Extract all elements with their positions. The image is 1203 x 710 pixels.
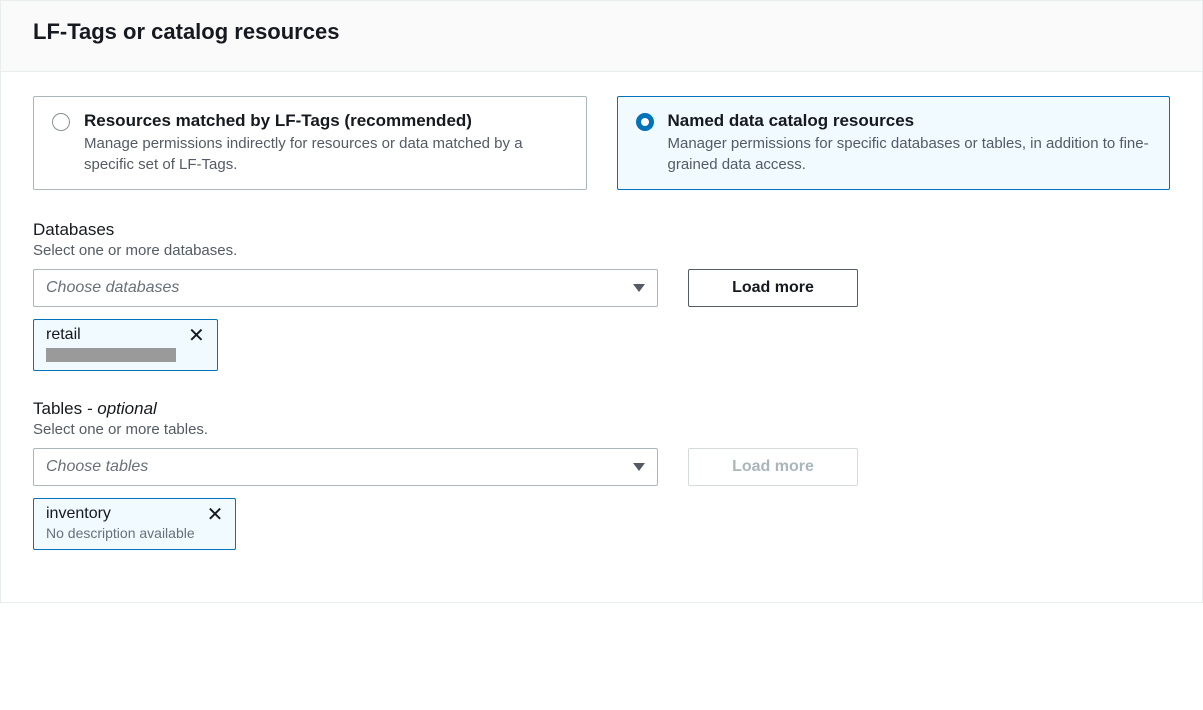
table-chip-desc: No description available [46,525,195,541]
tables-sublabel: Select one or more tables. [33,421,1170,438]
databases-select[interactable]: Choose databases [33,269,658,307]
databases-load-more-button[interactable]: Load more [688,269,858,307]
option-lftags-desc: Manage permissions indirectly for resour… [84,133,568,175]
tables-placeholder: Choose tables [46,458,148,476]
radio-icon [636,113,654,131]
database-chip-label: retail [46,326,176,344]
chevron-down-icon [633,284,645,292]
tables-label: Tables - optional [33,399,1170,419]
option-named-title: Named data catalog resources [668,111,1152,131]
table-chip: inventory No description available ✕ [33,498,236,550]
panel-title: LF-Tags or catalog resources [33,19,1170,45]
tables-optional-hint: - optional [82,399,157,418]
chevron-down-icon [633,463,645,471]
close-icon[interactable]: ✕ [186,326,207,346]
tables-select[interactable]: Choose tables [33,448,658,486]
tables-load-more-button: Load more [688,448,858,486]
option-named-desc: Manager permissions for specific databas… [668,133,1152,175]
option-lftags-title: Resources matched by LF-Tags (recommende… [84,111,568,131]
table-chip-label: inventory [46,505,195,523]
resource-type-options: Resources matched by LF-Tags (recommende… [33,96,1170,190]
databases-label: Databases [33,220,1170,240]
databases-section: Databases Select one or more databases. … [33,220,1170,371]
panel-header: LF-Tags or catalog resources [0,0,1203,72]
database-chip-redacted [46,348,176,362]
option-lftags[interactable]: Resources matched by LF-Tags (recommende… [33,96,587,190]
databases-placeholder: Choose databases [46,279,179,297]
databases-sublabel: Select one or more databases. [33,242,1170,259]
tables-section: Tables - optional Select one or more tab… [33,399,1170,550]
option-named-resources[interactable]: Named data catalog resources Manager per… [617,96,1171,190]
database-chip: retail ✕ [33,319,218,371]
panel-body: Resources matched by LF-Tags (recommende… [0,72,1203,603]
close-icon[interactable]: ✕ [205,505,226,525]
radio-icon [52,113,70,131]
